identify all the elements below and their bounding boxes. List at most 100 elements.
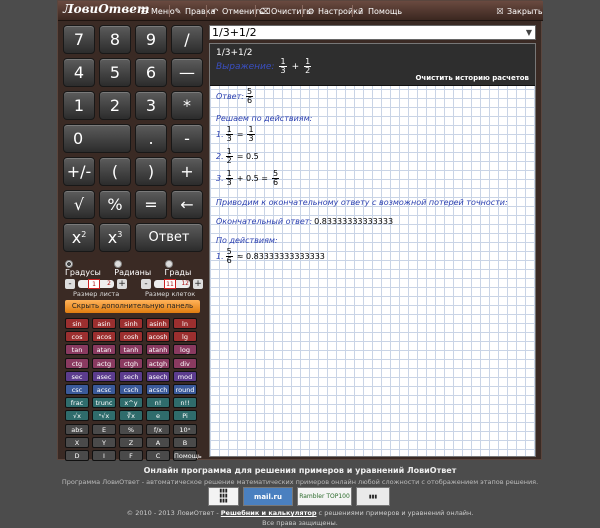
key-6[interactable]: 6: [135, 58, 167, 87]
func-key-51[interactable]: D: [65, 450, 89, 461]
key-negate[interactable]: +/-: [63, 157, 95, 186]
func-key-55[interactable]: Помощь: [173, 450, 202, 461]
key-decimal[interactable]: .: [135, 124, 167, 153]
func-key-48[interactable]: Z: [119, 436, 143, 448]
func-key-46[interactable]: X: [65, 436, 89, 448]
func-key-49[interactable]: A: [146, 436, 170, 448]
func-key-50[interactable]: B: [173, 436, 197, 448]
func-key-19[interactable]: actgh: [146, 357, 170, 369]
func-key-43[interactable]: %: [119, 423, 143, 435]
cell-size-increase[interactable]: +: [193, 279, 203, 289]
cell-size-decrease[interactable]: -: [141, 279, 151, 289]
func-key-45[interactable]: 10ˣ: [173, 423, 197, 435]
func-key-17[interactable]: actg: [92, 357, 116, 369]
degrees-radio[interactable]: Градусы: [65, 259, 109, 277]
key-equals[interactable]: =: [135, 190, 167, 219]
func-key-42[interactable]: E: [92, 423, 116, 435]
settings-button[interactable]: ⚙ Настройки: [306, 5, 363, 18]
func-key-33[interactable]: x^y: [119, 397, 143, 409]
key-8[interactable]: 8: [99, 25, 131, 54]
key-cube[interactable]: x3: [99, 223, 131, 252]
key-backspace[interactable]: ←: [171, 190, 203, 219]
key-1[interactable]: 1: [63, 91, 95, 120]
func-key-14[interactable]: atanh: [146, 344, 170, 356]
key-close-paren[interactable]: ): [135, 157, 167, 186]
clear-history-button[interactable]: Очистить историю расчетов: [415, 74, 529, 82]
func-key-27[interactable]: acsc: [92, 384, 116, 395]
func-key-38[interactable]: ∛x: [119, 410, 143, 422]
mailru-badge[interactable]: mail.ru: [243, 487, 293, 506]
func-key-54[interactable]: C: [146, 450, 170, 461]
func-key-15[interactable]: log: [173, 344, 197, 356]
liveinternet-counter-icon[interactable]: ▮▮▮ ▮▮▮ ▮▮▮: [208, 487, 239, 506]
radians-radio[interactable]: Радианы: [114, 259, 159, 277]
func-key-5[interactable]: ln: [173, 318, 197, 329]
key-multiply[interactable]: *: [171, 91, 203, 120]
key-0[interactable]: 0: [63, 124, 131, 153]
func-key-53[interactable]: F: [119, 450, 143, 461]
clear-button[interactable]: ⌫ Очистить: [259, 5, 311, 18]
key-minus[interactable]: -: [171, 124, 203, 153]
key-2[interactable]: 2: [99, 91, 131, 120]
func-key-11[interactable]: tan: [65, 344, 89, 356]
func-key-35[interactable]: n!!: [173, 397, 197, 409]
func-key-26[interactable]: csc: [65, 384, 89, 395]
func-key-13[interactable]: tanh: [119, 344, 143, 356]
func-key-44[interactable]: f/x: [146, 423, 170, 435]
key-percent[interactable]: %: [99, 190, 131, 219]
func-key-31[interactable]: frac: [65, 397, 89, 409]
func-key-1[interactable]: sin: [65, 318, 89, 329]
key-plus[interactable]: +: [171, 157, 203, 186]
func-key-24[interactable]: asech: [146, 370, 170, 382]
hide-panel-button[interactable]: Скрыть дополнительную панель: [65, 300, 200, 313]
func-key-12[interactable]: atan: [92, 344, 116, 356]
func-key-22[interactable]: asec: [92, 370, 116, 382]
rambler-badge[interactable]: Rambler TOP100: [297, 487, 352, 506]
cell-size-track[interactable]: 11 12: [154, 279, 190, 289]
key-sqrt[interactable]: √: [63, 190, 95, 219]
func-key-3[interactable]: sinh: [119, 318, 143, 329]
func-key-9[interactable]: acosh: [146, 331, 170, 343]
func-key-23[interactable]: sech: [119, 370, 143, 382]
func-key-7[interactable]: acos: [92, 331, 116, 343]
expression-input[interactable]: 1/3+1/2 ▼: [209, 25, 536, 40]
close-button[interactable]: ☒ Закрыть: [495, 5, 542, 18]
key-open-paren[interactable]: (: [99, 157, 131, 186]
func-key-20[interactable]: div: [173, 357, 197, 369]
counter-badge-icon[interactable]: ▮▮▮: [356, 487, 390, 506]
key-7[interactable]: 7: [63, 25, 95, 54]
func-key-37[interactable]: ⁿ√x: [92, 410, 116, 422]
func-key-18[interactable]: ctgh: [119, 357, 143, 369]
func-key-29[interactable]: acsch: [146, 384, 170, 395]
func-key-4[interactable]: asinh: [146, 318, 170, 329]
key-divide[interactable]: /: [171, 25, 203, 54]
grads-radio[interactable]: Грады: [164, 259, 200, 277]
history-entry[interactable]: 1/3+1/2: [216, 48, 253, 58]
func-key-30[interactable]: round: [173, 384, 197, 395]
func-key-25[interactable]: mod: [173, 370, 197, 382]
sheet-size-decrease[interactable]: -: [65, 279, 75, 289]
answer-button[interactable]: Ответ: [135, 223, 203, 252]
help-button[interactable]: ? Помощь: [356, 5, 402, 18]
key-5[interactable]: 5: [99, 58, 131, 87]
func-key-8[interactable]: cosh: [119, 331, 143, 343]
func-key-6[interactable]: cos: [65, 331, 89, 343]
func-key-47[interactable]: Y: [92, 436, 116, 448]
func-key-16[interactable]: ctg: [65, 357, 89, 369]
func-key-10[interactable]: lg: [173, 331, 197, 343]
func-key-41[interactable]: abs: [65, 423, 89, 435]
func-key-34[interactable]: n!: [146, 397, 170, 409]
func-key-32[interactable]: trunc: [92, 397, 116, 409]
func-key-39[interactable]: e: [146, 410, 170, 422]
dropdown-arrow-icon[interactable]: ▼: [526, 26, 532, 39]
func-key-21[interactable]: sec: [65, 370, 89, 382]
sheet-size-increase[interactable]: +: [117, 279, 127, 289]
func-key-52[interactable]: I: [92, 450, 116, 461]
func-key-28[interactable]: csch: [119, 384, 143, 395]
sheet-size-track[interactable]: 12: [78, 279, 114, 289]
key-square[interactable]: x2: [63, 223, 95, 252]
func-key-40[interactable]: Pi: [173, 410, 197, 422]
key-fraction[interactable]: —: [171, 58, 203, 87]
key-4[interactable]: 4: [63, 58, 95, 87]
key-9[interactable]: 9: [135, 25, 167, 54]
